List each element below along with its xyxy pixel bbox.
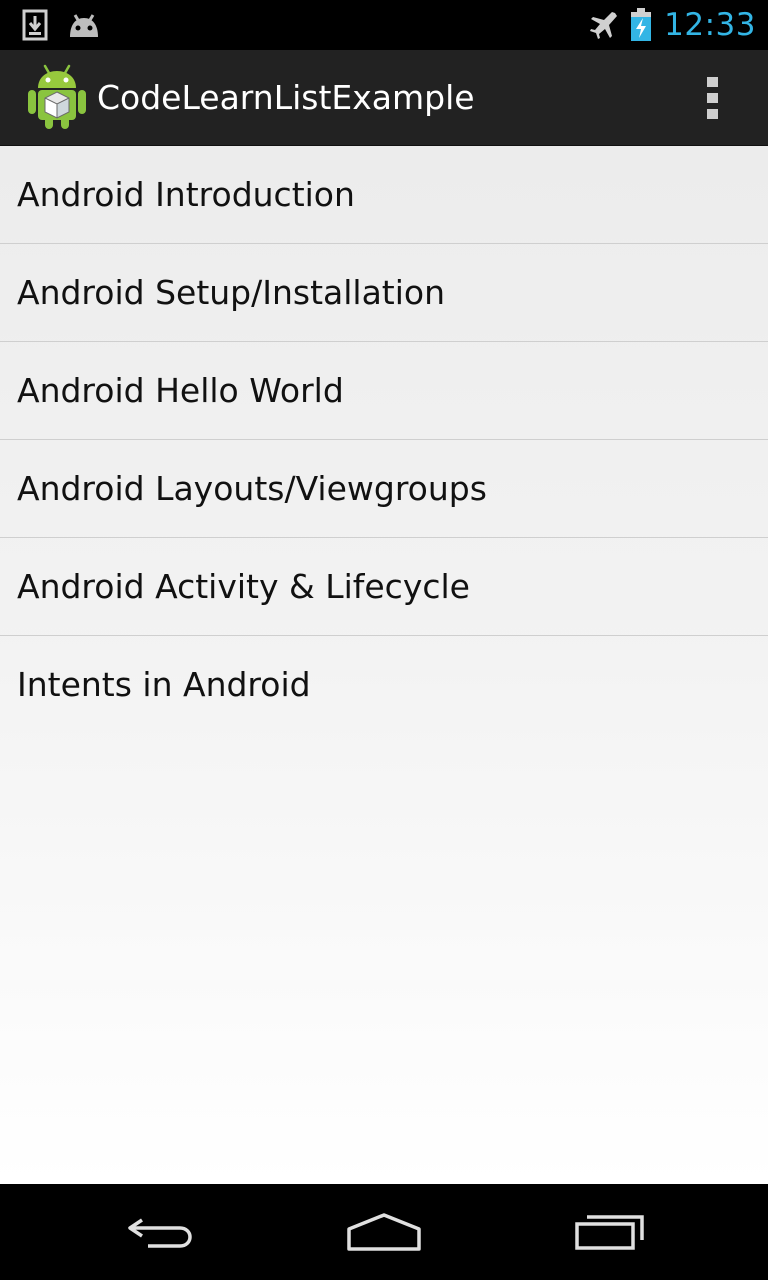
- list-item[interactable]: Android Introduction: [0, 146, 768, 244]
- list-item[interactable]: Intents in Android: [0, 636, 768, 733]
- airplane-mode-icon: [590, 12, 618, 39]
- status-bar: 12:33: [0, 0, 768, 50]
- overflow-menu-icon[interactable]: [698, 77, 726, 119]
- recent-apps-icon: [575, 1215, 644, 1250]
- home-icon: [347, 1213, 421, 1251]
- navigation-bar: [0, 1184, 768, 1280]
- android-notification-icon: [70, 14, 98, 37]
- back-icon: [128, 1218, 192, 1248]
- content-area: Android Introduction Android Setup/Insta…: [0, 146, 768, 1184]
- battery-charging-icon: [631, 8, 652, 41]
- action-bar: CodeLearnListExample: [0, 50, 768, 146]
- list-item[interactable]: Android Activity & Lifecycle: [0, 538, 768, 636]
- android-app-icon[interactable]: [26, 64, 88, 130]
- home-button[interactable]: [336, 1202, 432, 1262]
- screen: 12:33 CodeLearnListExample Android Intro…: [0, 0, 768, 1280]
- list-item[interactable]: Android Setup/Installation: [0, 244, 768, 342]
- download-icon: [22, 9, 48, 41]
- topic-list: Android Introduction Android Setup/Insta…: [0, 146, 768, 733]
- status-clock: 12:33: [664, 7, 756, 43]
- app-title: CodeLearnListExample: [97, 78, 475, 117]
- system-icons: 12:33: [576, 0, 756, 50]
- notification-icons: [22, 8, 120, 42]
- back-button[interactable]: [112, 1202, 208, 1262]
- list-item[interactable]: Android Layouts/Viewgroups: [0, 440, 768, 538]
- recent-apps-button[interactable]: [562, 1202, 658, 1262]
- list-item[interactable]: Android Hello World: [0, 342, 768, 440]
